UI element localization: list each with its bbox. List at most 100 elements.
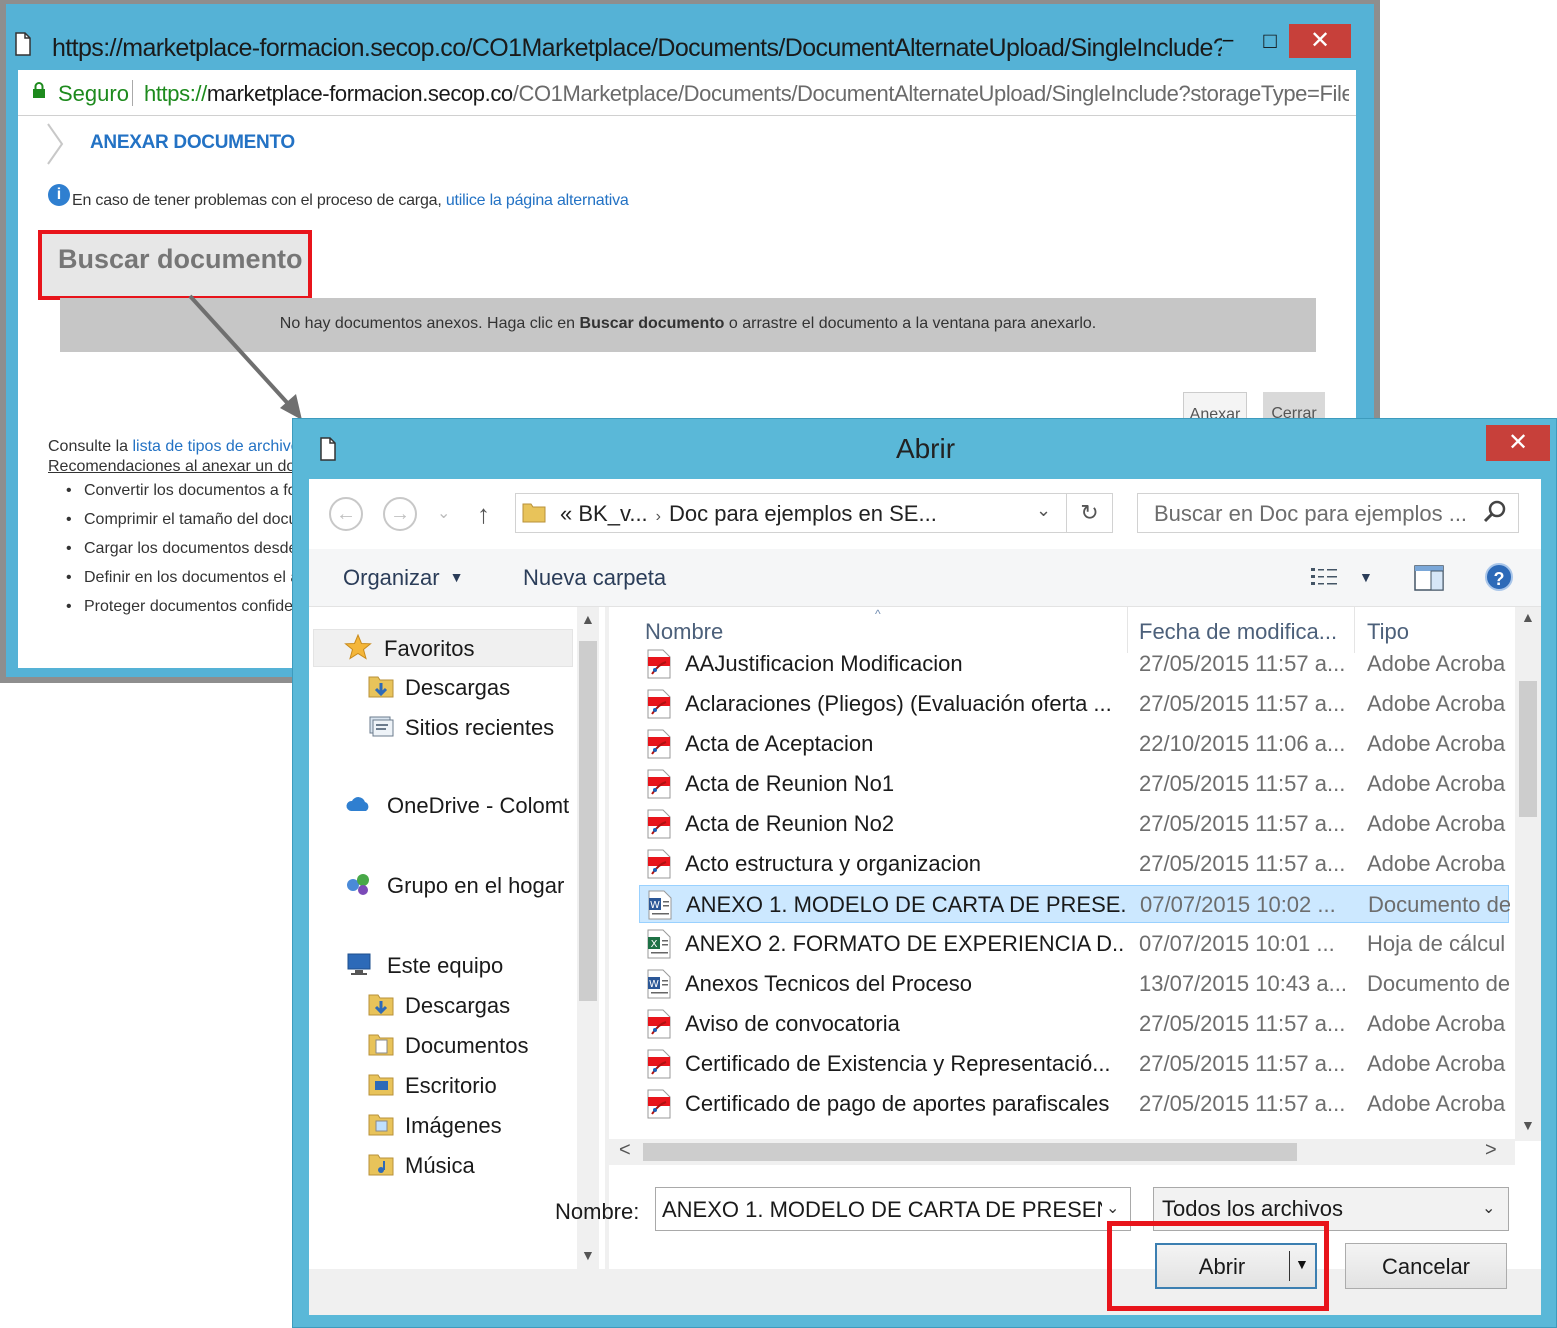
url-text[interactable]: https://marketplace-formacion.secop.co/C… [144,81,1349,107]
browser-close-button[interactable]: ✕ [1289,24,1351,58]
file-row[interactable]: W ANEXO 1. MODELO DE CARTA DE PRESE... 07/… [639,885,1510,923]
file-row[interactable]: X ANEXO 2. FORMATO DE EXPERIENCIA D... 07/… [639,925,1509,963]
svg-text:X: X [651,939,658,950]
forward-button[interactable]: → [383,497,417,531]
file-row[interactable]: Certificado de Existencia y Representaci… [639,1045,1509,1083]
organize-menu[interactable]: Organizar ▼ [343,565,463,591]
vscroll-thumb[interactable] [1519,681,1537,817]
file-row[interactable]: Acta de Reunion No1 27/05/2015 11:57 a...… [639,765,1509,803]
pdf-file-icon [645,649,673,679]
breadcrumb-overflow[interactable]: « [560,501,572,526]
nav-this-pc[interactable]: Este equipo [309,947,575,985]
file-row[interactable]: Acto estructura y organizacion 27/05/2015… [639,845,1509,883]
nav-homegroup[interactable]: Grupo en el hogar [309,867,575,905]
excel-file-icon: X [645,929,673,959]
info-text: En caso de tener problemas con el proces… [72,192,446,209]
cancel-button[interactable]: Cancelar [1345,1243,1507,1289]
file-type: Adobe Acroba [1367,651,1506,676]
alternate-page-link[interactable]: utilice la página alternativa [446,192,629,209]
scroll-up-icon[interactable]: ▲ [581,611,595,627]
recommendations-link[interactable]: Recomendaciones al anexar un docu [48,458,312,476]
file-row[interactable]: Acta de Aceptacion 22/10/2015 11:06 a... A… [639,725,1509,763]
breadcrumb-item[interactable]: Doc para ejemplos en SE... [669,501,937,526]
column-name[interactable]: Nombre [645,619,723,645]
section-title: ANEXAR DOCUMENTO [90,132,295,153]
file-type: Adobe Acroba [1367,1011,1506,1036]
file-date: 07/07/2015 10:02 ... [1140,892,1336,917]
file-date: 27/05/2015 11:57 a... [1139,771,1346,796]
chevron-down-icon[interactable]: ⌄ [1106,1198,1119,1218]
nav-recent-places[interactable]: Sitios recientes [309,709,575,747]
chevron-down-icon[interactable]: ⌄ [1036,500,1051,521]
up-button[interactable]: ↑ [477,499,490,530]
view-details-icon[interactable] [1309,565,1339,591]
nav-downloads[interactable]: Descargas [309,669,575,707]
lock-icon [33,82,45,98]
file-row[interactable]: Aclaraciones (Pliegos) (Evaluación ofert… [639,685,1509,723]
file-row[interactable]: Acta de Reunion No2 27/05/2015 11:57 a...… [639,805,1509,843]
nav-music[interactable]: Música [309,1147,575,1185]
recent-locations-button[interactable]: ⌄ [437,503,450,523]
nav-desktop[interactable]: Escritorio [309,1067,575,1105]
file-row[interactable]: AAJustificacion Modificacion 27/05/2015 1… [639,645,1509,683]
breadcrumb-item[interactable]: BK_v... [578,501,647,526]
open-button-highlight [1107,1221,1329,1311]
dialog-close-button[interactable]: ✕ [1486,425,1550,461]
search-input[interactable]: Buscar en Doc para ejemplos ... [1137,493,1519,533]
music-folder-icon [368,1154,394,1176]
file-row[interactable]: Aviso de convocatoria 27/05/2015 11:57 a.… [639,1005,1509,1043]
nav-label: Grupo en el hogar [387,873,565,898]
maximize-button[interactable]: □ [1248,26,1292,56]
file-date: 27/05/2015 11:57 a... [1139,691,1346,716]
dialog-toolbar: Organizar ▼ Nueva carpeta ▼ ? [309,549,1541,607]
new-folder-button[interactable]: Nueva carpeta [523,565,666,591]
filename-value: ANEXO 1. MODELO DE CARTA DE PRESENT [662,1197,1102,1222]
file-list-vscrollbar[interactable]: ▲ ▼ [1515,607,1541,1141]
file-name: Certificado de Existencia y Representaci… [685,1051,1111,1076]
file-type: Adobe Acroba [1367,811,1506,836]
file-type: Adobe Acroba [1367,1051,1506,1076]
nav-scrollbar[interactable]: ▲ ▼ [577,607,599,1269]
scroll-up-icon[interactable]: ▲ [1521,609,1535,625]
refresh-button[interactable]: ↻ [1067,493,1113,533]
breadcrumb[interactable]: « BK_v... › Doc para ejemplos en SE... ⌄ [515,493,1067,533]
homegroup-icon [347,874,369,895]
browser-title: https://marketplace-formacion.secop.co/C… [52,34,1222,62]
help-icon[interactable]: ? [1485,563,1513,591]
address-bar[interactable]: Seguro https://marketplace-formacion.sec… [18,70,1356,116]
nav-onedrive[interactable]: OneDrive - Colomt [309,787,575,825]
filename-input[interactable]: ANEXO 1. MODELO DE CARTA DE PRESENT ⌄ [655,1187,1131,1231]
nav-label: Sitios recientes [405,715,555,740]
url-path: /CO1Marketplace/Documents/DocumentAltern… [512,81,1349,106]
nav-favorites[interactable]: Favoritos [313,629,573,667]
scroll-down-icon[interactable]: ▼ [1521,1117,1535,1133]
file-types-link[interactable]: lista de tipos de archivos [133,438,308,455]
column-date[interactable]: Fecha de modifica... [1139,619,1337,645]
file-type: Adobe Acroba [1367,771,1506,796]
back-button[interactable]: ← [329,497,363,531]
preview-pane-icon[interactable] [1413,563,1445,593]
drop-zone[interactable]: No hay documentos anexos. Haga clic en B… [60,298,1316,352]
column-type[interactable]: Tipo [1367,619,1409,645]
nav-pc-downloads[interactable]: Descargas [309,987,575,1025]
file-row[interactable]: W Anexos Tecnicos del Proceso 13/07/2015 1… [639,965,1509,1003]
scroll-left-icon[interactable]: < [619,1139,631,1162]
minimize-button[interactable]: − [1206,26,1250,56]
file-list-hscrollbar[interactable]: < > [609,1139,1515,1165]
nav-scroll-thumb[interactable] [579,641,597,1001]
documents-folder-icon [368,1034,394,1056]
pdf-file-icon [645,809,673,839]
view-options-caret[interactable]: ▼ [1359,569,1373,585]
caret-down-icon: ▼ [449,569,464,585]
nav-documents[interactable]: Documentos [309,1027,575,1065]
file-row[interactable]: Certificado de pago de aportes parafisca… [639,1085,1509,1123]
scroll-right-icon[interactable]: > [1485,1139,1497,1162]
hscroll-thumb[interactable] [643,1143,1297,1161]
scroll-down-icon[interactable]: ▼ [581,1247,595,1263]
drop-zone-text-bold: Buscar documento [579,315,725,332]
nav-images[interactable]: Imágenes [309,1107,575,1145]
chevron-down-icon[interactable]: ⌄ [1482,1198,1495,1218]
bullet-item: Comprimir el tamaño del docum [66,511,311,529]
drop-zone-text: No hay documentos anexos. Haga clic en B… [60,315,1316,333]
search-document-button[interactable]: Buscar documento [38,230,312,300]
